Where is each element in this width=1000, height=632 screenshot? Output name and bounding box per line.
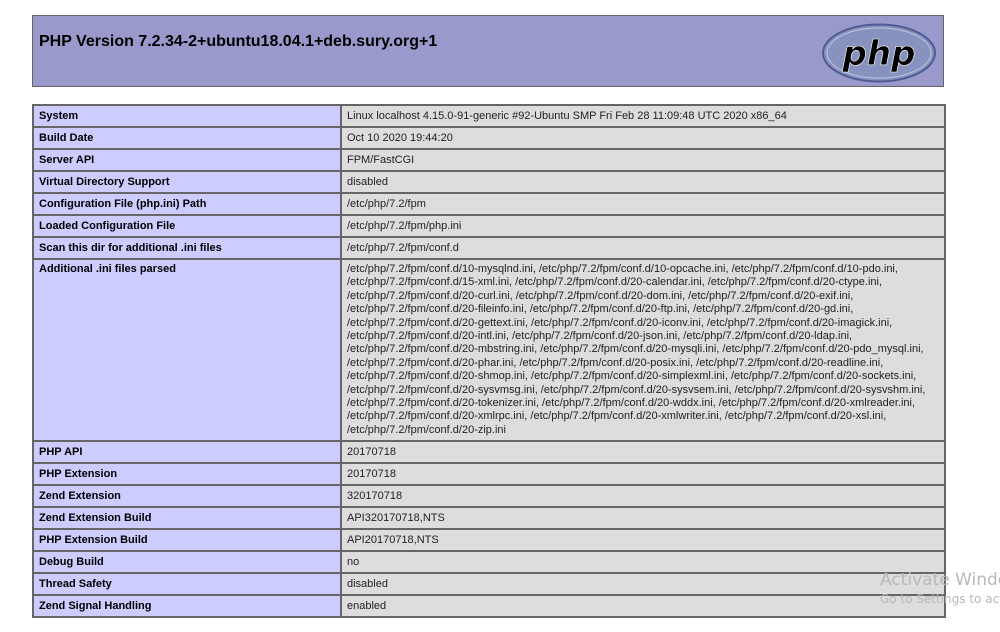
row-value: Linux localhost 4.15.0-91-generic #92-Ub… (341, 105, 945, 127)
row-key: Loaded Configuration File (33, 215, 341, 237)
table-row: PHP API 20170718 (33, 441, 945, 464)
row-key: Zend Extension Build (33, 507, 341, 530)
row-value: disabled (341, 573, 945, 596)
row-value: enabled (341, 595, 945, 618)
row-value: 20170718 (341, 463, 945, 486)
table-row: Debug Build no (33, 551, 945, 574)
table-row: Zend Extension Build API320170718,NTS (33, 507, 945, 530)
row-value: API320170718,NTS (341, 507, 945, 530)
row-key: PHP API (33, 441, 341, 464)
table-row: Scan this dir for additional .ini files /… (33, 237, 945, 259)
row-key: PHP Extension (33, 463, 341, 486)
row-value: Oct 10 2020 19:44:20 (341, 127, 945, 149)
activate-windows-watermark: Activate Windows Go to Settings to activ… (880, 570, 1000, 606)
phpinfo-header: PHP Version 7.2.34-2+ubuntu18.04.1+deb.s… (32, 15, 944, 87)
row-key: Zend Extension (33, 485, 341, 508)
row-value: disabled (341, 171, 945, 193)
row-value: /etc/php/7.2/fpm (341, 193, 945, 215)
watermark-line2: Go to Settings to activate Windows. (880, 592, 1000, 606)
table-row: Thread Safety disabled (33, 573, 945, 596)
table-row: Configuration File (php.ini) Path/etc/ph… (33, 193, 945, 215)
row-key: System (33, 105, 341, 127)
row-key: Zend Signal Handling (33, 595, 341, 618)
table-row: Zend Signal Handling enabled (33, 595, 945, 618)
table-row: Zend Extension 320170718 (33, 485, 945, 508)
row-key: Scan this dir for additional .ini files (33, 237, 341, 259)
table-row: Loaded Configuration File/etc/php/7.2/fp… (33, 215, 945, 237)
info-table: System Linux localhost 4.15.0-91-generic … (32, 104, 946, 619)
table-row: PHP Extension Build API20170718,NTS (33, 529, 945, 552)
table-row: PHP Extension 20170718 (33, 463, 945, 486)
watermark-line1: Activate Windows (880, 570, 1000, 590)
row-value: /etc/php/7.2/fpm/conf.d/10-mysqlnd.ini, … (341, 259, 945, 442)
row-key: Virtual Directory Support (33, 171, 341, 193)
page-title: PHP Version 7.2.34-2+ubuntu18.04.1+deb.s… (39, 33, 438, 50)
table-row: Additional .ini files parsed/etc/php/7.2… (33, 259, 945, 442)
row-value: no (341, 551, 945, 574)
row-key: PHP Extension Build (33, 529, 341, 552)
row-value: 20170718 (341, 441, 945, 464)
row-value: /etc/php/7.2/fpm/php.ini (341, 215, 945, 237)
row-key: Additional .ini files parsed (33, 259, 341, 442)
row-value: API20170718,NTS (341, 529, 945, 552)
php-logo: php (822, 23, 936, 83)
row-key: Thread Safety (33, 573, 341, 596)
row-key: Server API (33, 149, 341, 171)
row-key: Debug Build (33, 551, 341, 574)
row-value: 320170718 (341, 485, 945, 508)
table-row: Virtual Directory Support disabled (33, 171, 945, 193)
row-key: Configuration File (php.ini) Path (33, 193, 341, 215)
table-row: Build Date Oct 10 2020 19:44:20 (33, 127, 945, 149)
table-row: Server API FPM/FastCGI (33, 149, 945, 171)
php-logo-text: php (842, 34, 916, 74)
row-value: /etc/php/7.2/fpm/conf.d (341, 237, 945, 259)
table-row: System Linux localhost 4.15.0-91-generic … (33, 105, 945, 127)
row-key: Build Date (33, 127, 341, 149)
row-value: FPM/FastCGI (341, 149, 945, 171)
